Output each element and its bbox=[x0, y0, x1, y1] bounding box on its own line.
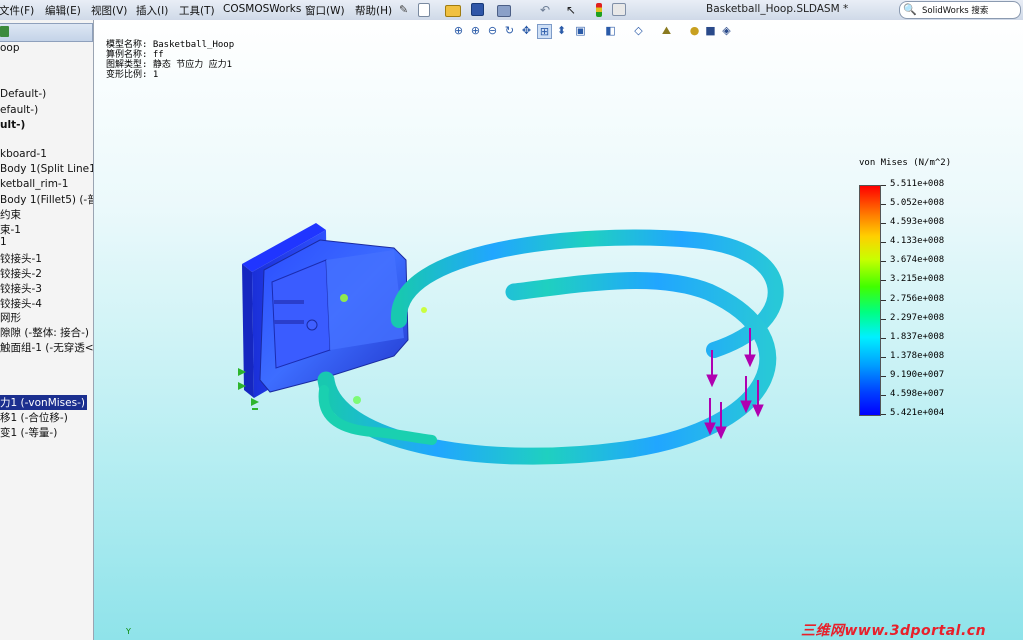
legend-tick bbox=[881, 242, 886, 244]
tree-item[interactable]: 铰接头-2 bbox=[0, 266, 42, 281]
pin-icon[interactable]: ✎ bbox=[399, 3, 413, 17]
legend-value-label: 4.133e+008 bbox=[890, 236, 945, 247]
solidworks-search[interactable]: 🔍 SolidWorks 搜索 bbox=[899, 1, 1021, 19]
stress-plot-model[interactable] bbox=[94, 20, 1023, 640]
legend-value-label: 2.756e+008 bbox=[890, 293, 945, 304]
tree-item[interactable]: 1 bbox=[0, 236, 7, 248]
open-icon[interactable] bbox=[445, 5, 461, 17]
document-title: Basketball_Hoop.SLDASM * bbox=[706, 3, 849, 15]
legend-tick bbox=[881, 318, 886, 320]
legend-value-label: 1.837e+008 bbox=[890, 331, 945, 342]
legend-tick bbox=[881, 299, 886, 301]
tree-item[interactable]: oop bbox=[0, 42, 20, 54]
new-document-icon[interactable] bbox=[418, 3, 430, 17]
menu-tools[interactable]: 工具(T) bbox=[179, 3, 215, 18]
legend-tick bbox=[881, 204, 886, 206]
tree-item[interactable]: ketball_rim-1 bbox=[0, 178, 68, 190]
feature-manager-tree: oop Default-) efault-) ult-) kboard-1 Body 1(… bbox=[0, 20, 94, 640]
cosmos-tab-icon[interactable] bbox=[0, 26, 9, 37]
traffic-light-icon[interactable] bbox=[596, 3, 602, 17]
rim-bracket[interactable] bbox=[259, 239, 409, 393]
y-axis-indicator: Y bbox=[126, 627, 131, 636]
tree-item[interactable]: Default-) bbox=[0, 88, 46, 100]
tree-item[interactable]: 铰接头-4 bbox=[0, 296, 42, 311]
legend-tick bbox=[881, 280, 886, 282]
legend-title: von Mises (N/m^2) bbox=[859, 158, 952, 168]
graphics-viewport[interactable]: ⊕ ⊕ ⊖ ↻ ✥ ⊞ ⬍ ▣ ◧ ◇ ⛰ ● ■ ◈ 模型名称: Basket… bbox=[94, 20, 1023, 640]
menu-insert[interactable]: 插入(I) bbox=[136, 3, 168, 18]
tree-item[interactable]: Body 1(Fillet5) (-普通 bbox=[0, 192, 93, 207]
legend-color-bar bbox=[859, 185, 881, 416]
menu-edit[interactable]: 编辑(E) bbox=[45, 3, 81, 18]
menu-view[interactable]: 视图(V) bbox=[91, 3, 127, 18]
legend-value-label: 3.215e+008 bbox=[890, 274, 945, 285]
menu-window[interactable]: 窗口(W) bbox=[305, 3, 345, 18]
select-icon[interactable]: ↖ bbox=[566, 3, 580, 17]
undo-icon[interactable]: ↶ bbox=[540, 3, 554, 17]
tree-item[interactable]: 隙隙 (-整体: 接合-) bbox=[0, 325, 89, 340]
legend-value-label: 1.378e+008 bbox=[890, 350, 945, 361]
tree-item[interactable]: ult-) bbox=[0, 119, 25, 131]
tree-item[interactable]: 束-1 bbox=[0, 222, 21, 237]
print-icon[interactable] bbox=[497, 5, 511, 17]
legend-value-label: 5.421e+004 bbox=[890, 408, 945, 418]
tree-item[interactable]: 铰接头-3 bbox=[0, 281, 42, 296]
save-icon[interactable] bbox=[471, 3, 484, 16]
legend-tick bbox=[881, 414, 886, 415]
tree-item[interactable]: 约束 bbox=[0, 207, 21, 222]
menu-file[interactable]: 文件(F) bbox=[0, 3, 34, 18]
legend-tick bbox=[881, 223, 886, 225]
tree-item[interactable]: efault-) bbox=[0, 104, 38, 116]
legend-tick bbox=[881, 394, 886, 396]
watermark: 三维网www.3dportal.cn bbox=[801, 623, 987, 639]
options-icon[interactable] bbox=[612, 3, 626, 16]
legend-value-label: 5.511e+008 bbox=[890, 179, 945, 189]
menu-cosmosworks[interactable]: COSMOSWorks bbox=[223, 3, 301, 15]
legend-value-label: 2.297e+008 bbox=[890, 312, 945, 323]
legend-tick bbox=[881, 261, 886, 263]
legend-value-label: 5.052e+008 bbox=[890, 198, 945, 209]
manager-tab-bar bbox=[0, 23, 93, 42]
legend-tick bbox=[881, 356, 886, 358]
menu-bar: 文件(F) 编辑(E) 视图(V) 插入(I) 工具(T) COSMOSWork… bbox=[0, 0, 1023, 21]
tree-item[interactable]: 网形 bbox=[0, 310, 21, 325]
search-label: SolidWorks 搜索 bbox=[922, 6, 989, 16]
tree-item[interactable]: Body 1(Split Line1) ( bbox=[0, 163, 93, 175]
legend-tick bbox=[881, 185, 886, 186]
legend-value-label: 9.190e+007 bbox=[890, 369, 945, 380]
legend-value-label: 4.598e+007 bbox=[890, 388, 945, 399]
legend-value-label: 4.593e+008 bbox=[890, 217, 945, 228]
search-icon[interactable]: 🔍 bbox=[903, 3, 917, 16]
legend-tick bbox=[881, 375, 886, 377]
tree-item[interactable]: kboard-1 bbox=[0, 148, 47, 160]
tree-item[interactable]: 变1 (-等量-) bbox=[0, 425, 57, 440]
tree-item[interactable]: 力1 (-vonMises-) bbox=[0, 395, 87, 410]
tree-item[interactable]: 铰接头-1 bbox=[0, 251, 42, 266]
tree-item[interactable]: 触面组-1 (-无穿透<B bbox=[0, 340, 93, 355]
legend-tick bbox=[881, 337, 886, 339]
tree-item[interactable]: 移1 (-合位移-) bbox=[0, 410, 68, 425]
menu-help[interactable]: 帮助(H) bbox=[355, 3, 392, 18]
legend-value-label: 3.674e+008 bbox=[890, 255, 945, 266]
